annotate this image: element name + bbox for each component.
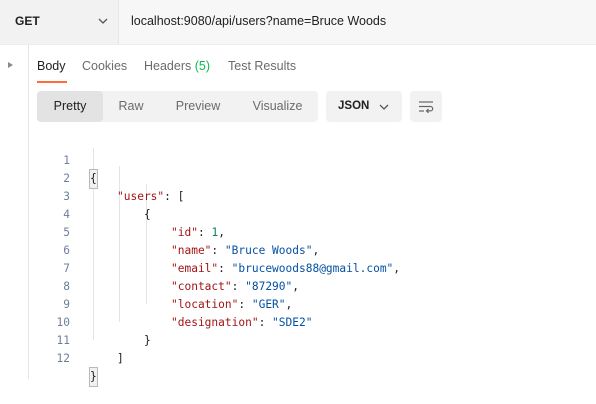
expand-arrow-icon[interactable] bbox=[8, 62, 13, 68]
code-line: 2 "users": [ bbox=[0, 152, 596, 203]
format-toggle-group: Pretty Raw Preview Visualize bbox=[37, 91, 318, 122]
code-line: 12 } bbox=[0, 332, 596, 387]
code-line: 10 } bbox=[0, 296, 596, 347]
code-line: 7 "contact": "87290", bbox=[0, 242, 596, 293]
active-tab-indicator bbox=[37, 81, 67, 83]
matched-brace: } bbox=[89, 367, 98, 387]
code-line: 1 { bbox=[0, 134, 596, 189]
line-number: 12 bbox=[56, 352, 70, 365]
request-bar: GET localhost:9080/api/users?name=Bruce … bbox=[0, 0, 596, 44]
url-input[interactable]: localhost:9080/api/users?name=Bruce Wood… bbox=[119, 0, 596, 44]
json-punctuation: ] bbox=[117, 352, 124, 365]
language-select[interactable]: JSON bbox=[326, 91, 402, 122]
visualize-button[interactable]: Visualize bbox=[237, 91, 318, 122]
wrap-lines-button[interactable] bbox=[410, 91, 442, 122]
raw-button[interactable]: Raw bbox=[103, 91, 159, 122]
tab-headers[interactable]: Headers (5) bbox=[144, 59, 210, 73]
chevron-down-icon bbox=[98, 18, 108, 24]
pretty-button[interactable]: Pretty bbox=[37, 91, 103, 122]
chevron-down-icon bbox=[379, 104, 389, 110]
divider bbox=[0, 44, 596, 45]
code-line: 6 "email": "brucewoods88@gmail.com", bbox=[0, 224, 596, 275]
language-label: JSON bbox=[338, 100, 370, 112]
url-text: localhost:9080/api/users?name=Bruce Wood… bbox=[131, 14, 387, 28]
code-line: 5 "name": "Bruce Woods", bbox=[0, 206, 596, 257]
preview-button[interactable]: Preview bbox=[159, 91, 237, 122]
code-line: 3 { bbox=[0, 170, 596, 221]
headers-count-badge: (5) bbox=[194, 59, 211, 73]
code-line: 8 "location": "GER", bbox=[0, 260, 596, 311]
tab-cookies[interactable]: Cookies bbox=[82, 59, 127, 73]
code-line: 11 ] bbox=[0, 314, 596, 365]
tab-test-results[interactable]: Test Results bbox=[228, 59, 296, 73]
tab-body[interactable]: Body bbox=[37, 59, 66, 73]
method-label: GET bbox=[15, 14, 40, 28]
method-select[interactable]: GET bbox=[0, 0, 119, 44]
code-line: 9 "designation": "SDE2" bbox=[0, 278, 596, 329]
wrap-lines-icon bbox=[419, 101, 434, 114]
code-line: 4 "id": 1, bbox=[0, 188, 596, 239]
tab-headers-label: Headers bbox=[144, 59, 192, 73]
